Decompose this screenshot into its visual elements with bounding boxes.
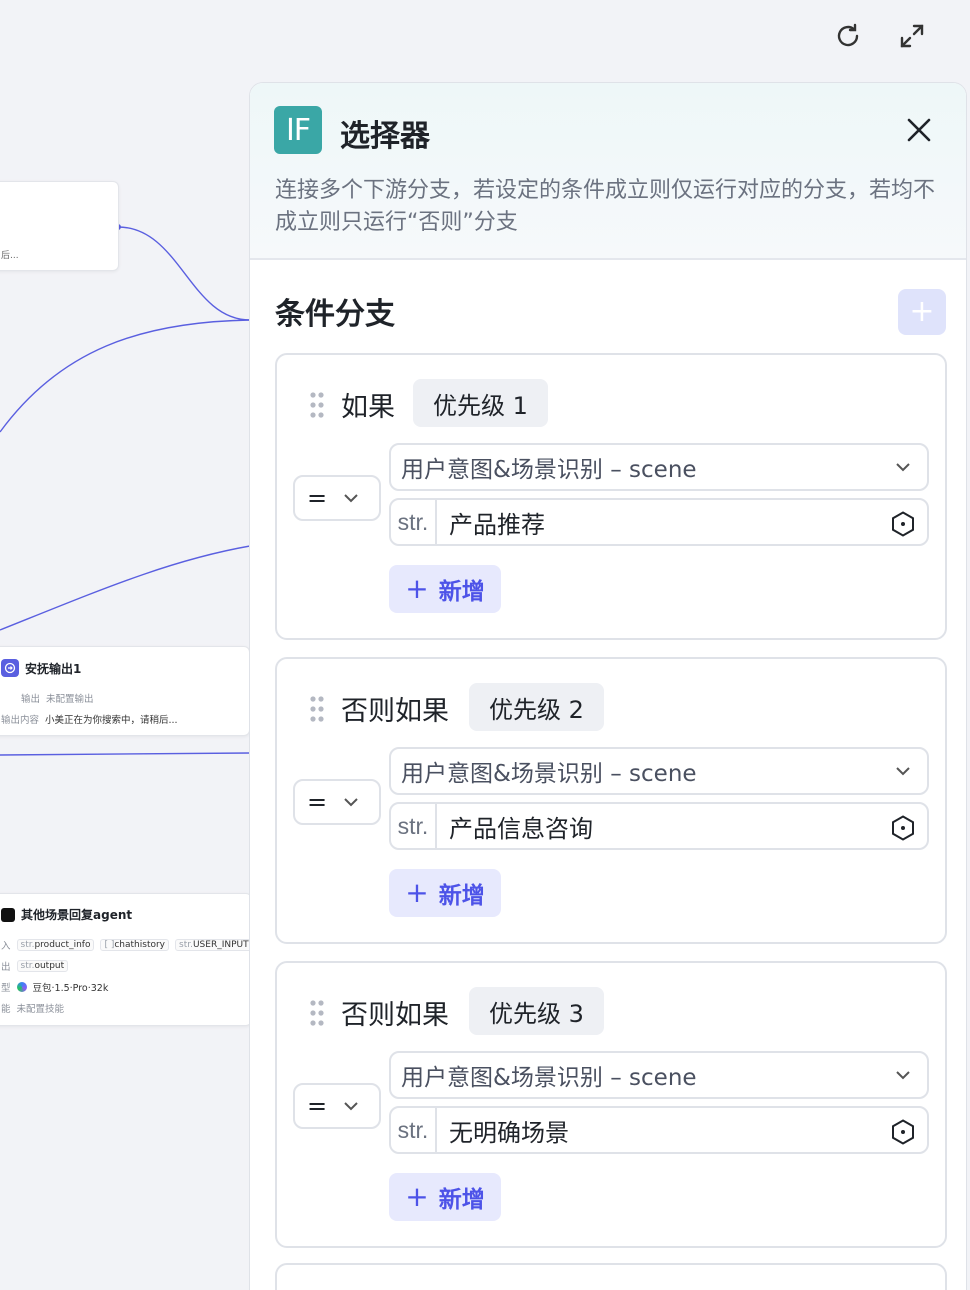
add-condition-label: 新增 [438, 579, 485, 605]
expand-icon[interactable] [894, 18, 930, 54]
if-badge-icon: IF [274, 106, 322, 154]
skills-value: 未配置技能 [16, 1004, 65, 1015]
workflow-canvas[interactable]: 后... 安抚输出1 输出 未配置输出 输出内容 小美正在为你搜索中，请稍后..… [0, 0, 250, 1290]
refresh-icon[interactable] [830, 18, 866, 54]
operator-select[interactable]: = [293, 779, 381, 825]
node-row-label: 出 [1, 962, 11, 973]
operator-select[interactable]: = [293, 475, 381, 521]
agent-icon [1, 907, 15, 922]
variable-select[interactable]: 用户意图&场景识别 – scene [389, 747, 929, 795]
input-tag: [ ]chathistory [100, 939, 170, 951]
condition-branch: 否则如果 优先级 2 = 用户意图&场景识别 – scene str. 产品信息… [275, 657, 947, 944]
selector-panel: IF 选择器 连接多个下游分支，若设定的条件成立则仅运行对应的分支，若均不成立则… [249, 82, 967, 1290]
value-text[interactable]: 产品信息咨询 [437, 809, 927, 844]
variable-select[interactable]: 用户意图&场景识别 – scene [389, 1051, 929, 1099]
branch-label: 否则如果 [341, 1000, 449, 1031]
condition-branch-partial [275, 1263, 947, 1290]
node-title: 其他场景回复agent [21, 908, 133, 922]
drag-handle-icon[interactable] [309, 391, 325, 419]
plus-icon: + [405, 1180, 429, 1213]
value-input[interactable]: str. 产品信息咨询 [389, 802, 929, 850]
node-row-value: 未配置输出 [46, 694, 94, 705]
plus-icon: + [909, 294, 935, 329]
close-icon[interactable] [904, 115, 934, 145]
add-condition-label: 新增 [438, 883, 485, 909]
panel-description: 连接多个下游分支，若设定的条件成立则仅运行对应的分支，若均不成立则只运行“否则”… [275, 178, 936, 235]
plus-icon: + [405, 876, 429, 909]
add-condition-button[interactable]: + 新增 [389, 869, 501, 917]
value-input[interactable]: str. 产品推荐 [389, 498, 929, 546]
workflow-node-partial[interactable]: 后... [0, 181, 119, 271]
add-condition-button[interactable]: + 新增 [389, 1173, 501, 1221]
drag-handle-icon[interactable] [309, 999, 325, 1027]
chevron-down-icon [344, 798, 358, 807]
workflow-node-soothe-output[interactable]: 安抚输出1 输出 未配置输出 输出内容 小美正在为你搜索中，请稍后... [0, 646, 250, 736]
variable-reference-icon[interactable] [889, 814, 917, 842]
panel-title: 选择器 [340, 119, 430, 154]
variable-reference-icon[interactable] [889, 510, 917, 538]
add-branch-button[interactable]: + [898, 289, 946, 335]
node-row-label: 入 [1, 941, 11, 952]
operator-value: = [307, 484, 328, 512]
variable-value: 用户意图&场景识别 – scene [401, 1065, 697, 1091]
plus-icon: + [405, 572, 429, 605]
branch-label: 如果 [341, 392, 395, 423]
variable-select[interactable]: 用户意图&场景识别 – scene [389, 443, 929, 491]
input-tag: str.product_info [16, 939, 95, 951]
condition-branch: 如果 优先级 1 = 用户意图&场景识别 – scene str. 产品推荐 +… [275, 353, 947, 640]
chevron-down-icon [344, 1102, 358, 1111]
variable-value: 用户意图&场景识别 – scene [401, 457, 697, 483]
priority-badge: 优先级 1 [413, 379, 548, 427]
node-row-label: 输出 [21, 694, 41, 705]
value-type-selector[interactable]: str. [391, 804, 437, 848]
node-row-label: 输出内容 [1, 715, 40, 726]
model-name: 豆包·1.5·Pro·32k [32, 983, 109, 994]
chevron-down-icon [896, 767, 910, 776]
model-icon [16, 982, 27, 992]
node-row-label: 型 [1, 983, 11, 994]
variable-value: 用户意图&场景识别 – scene [401, 761, 697, 787]
node-row-label: 能 [1, 1004, 11, 1015]
output-tag: str.output [16, 960, 69, 972]
value-text[interactable]: 产品推荐 [437, 505, 927, 540]
input-tag: str.USER_INPUT [175, 939, 250, 951]
chevron-down-icon [896, 463, 910, 472]
add-condition-button[interactable]: + 新增 [389, 565, 501, 613]
value-input[interactable]: str. 无明确场景 [389, 1106, 929, 1154]
node-title: 安抚输出1 [25, 661, 82, 676]
operator-value: = [307, 788, 328, 816]
condition-branch: 否则如果 优先级 3 = 用户意图&场景识别 – scene str. 无明确场… [275, 961, 947, 1248]
section-title: 条件分支 [275, 297, 395, 332]
value-type-selector[interactable]: str. [391, 500, 437, 544]
drag-handle-icon[interactable] [309, 695, 325, 723]
variable-reference-icon[interactable] [889, 1118, 917, 1146]
priority-badge: 优先级 2 [469, 683, 604, 731]
node-snippet: 后... [1, 251, 19, 261]
value-type-selector[interactable]: str. [391, 1108, 437, 1152]
panel-header: IF 选择器 连接多个下游分支，若设定的条件成立则仅运行对应的分支，若均不成立则… [250, 83, 966, 260]
operator-select[interactable]: = [293, 1083, 381, 1129]
operator-value: = [307, 1092, 328, 1120]
add-condition-label: 新增 [438, 1187, 485, 1213]
branch-label: 否则如果 [341, 696, 449, 727]
workflow-node-other-agent[interactable]: 其他场景回复agent 入 str.product_info [ ]chathi… [0, 893, 250, 1026]
node-row-value: 小美正在为你搜索中，请稍后... [45, 715, 178, 726]
chevron-down-icon [344, 494, 358, 503]
message-icon [1, 659, 19, 677]
value-text[interactable]: 无明确场景 [437, 1113, 927, 1148]
priority-badge: 优先级 3 [469, 987, 604, 1035]
chevron-down-icon [896, 1071, 910, 1080]
